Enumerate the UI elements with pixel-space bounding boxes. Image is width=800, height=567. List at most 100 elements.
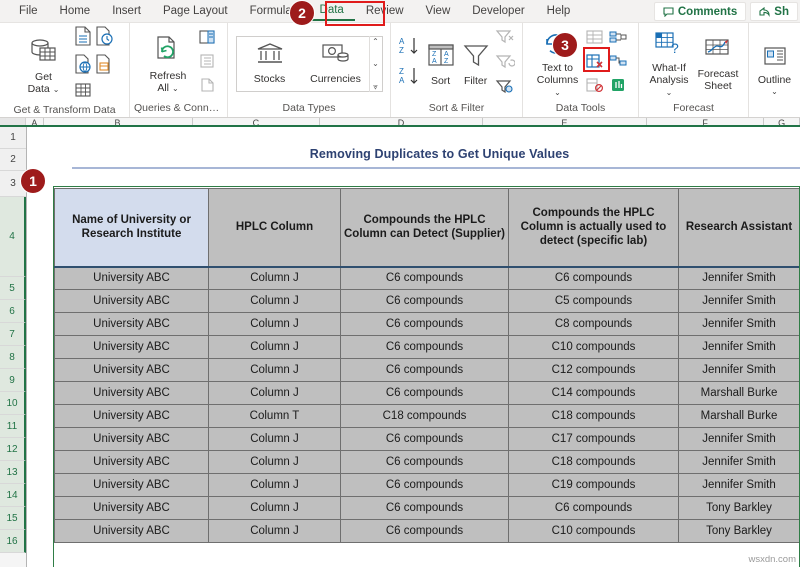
cell-hplc-column[interactable]: Column J: [208, 450, 341, 474]
from-web-icon[interactable]: [74, 54, 92, 79]
column-header-e[interactable]: E: [483, 118, 648, 125]
cell-lab[interactable]: C5 compounds: [508, 289, 679, 313]
row-header-13[interactable]: 13: [0, 461, 26, 484]
cell-supplier[interactable]: C6 compounds: [340, 312, 509, 336]
cell-lab[interactable]: C8 compounds: [508, 312, 679, 336]
column-header-f[interactable]: F: [647, 118, 765, 125]
tab-insert[interactable]: Insert: [101, 2, 152, 20]
cell-university[interactable]: University ABC: [54, 496, 209, 520]
cell-hplc-column[interactable]: Column J: [208, 266, 341, 290]
forecast-sheet-button[interactable]: Forecast Sheet: [695, 35, 741, 93]
row-header-14[interactable]: 14: [0, 484, 26, 507]
cell-supplier[interactable]: C6 compounds: [340, 496, 509, 520]
cell-assistant[interactable]: Marshall Burke: [678, 404, 800, 428]
consolidate-icon[interactable]: [608, 29, 628, 50]
select-all-corner[interactable]: [0, 118, 27, 125]
cell-hplc-column[interactable]: Column J: [208, 358, 341, 382]
cell-supplier[interactable]: C6 compounds: [340, 266, 509, 290]
worksheet-area[interactable]: A B C D E F G 1 2 3 4 5 6 7 8 9 10 11 12…: [0, 118, 800, 567]
table-row[interactable]: University ABC Column J C6 compounds C12…: [54, 358, 800, 382]
outline-button[interactable]: Outline ⌄: [756, 43, 793, 96]
currencies-button[interactable]: Currencies: [303, 42, 369, 85]
cell-supplier[interactable]: C18 compounds: [340, 404, 509, 428]
cell-hplc-column[interactable]: Column J: [208, 312, 341, 336]
cell-assistant[interactable]: Jennifer Smith: [678, 266, 800, 290]
column-header-c[interactable]: C: [193, 118, 321, 125]
table-row[interactable]: University ABC Column J C6 compounds C8 …: [54, 312, 800, 336]
cell-supplier[interactable]: C6 compounds: [340, 519, 509, 543]
table-row[interactable]: University ABC Column J C6 compounds C19…: [54, 473, 800, 497]
cell-university[interactable]: University ABC: [54, 450, 209, 474]
column-header-detect-supplier[interactable]: Compounds the HPLC Column can Detect (Su…: [340, 188, 509, 268]
cell-hplc-column[interactable]: Column T: [208, 404, 341, 428]
row-header-6[interactable]: 6: [0, 300, 26, 323]
from-text-csv-icon[interactable]: [74, 26, 92, 51]
tab-home[interactable]: Home: [49, 2, 102, 20]
edit-links-icon[interactable]: [198, 77, 216, 98]
cell-lab[interactable]: C19 compounds: [508, 473, 679, 497]
sort-button[interactable]: Z A A Z Sort: [425, 40, 456, 88]
what-if-analysis-button[interactable]: ? What-If Analysis ⌄: [646, 29, 692, 99]
advanced-filter-icon[interactable]: [495, 78, 515, 100]
cell-lab[interactable]: C10 compounds: [508, 335, 679, 359]
scroll-down-icon[interactable]: ⌄: [372, 59, 379, 68]
data-types-gallery-scroll[interactable]: ⌃ ⌄ ⩔: [368, 35, 382, 92]
get-data-button[interactable]: Get Data ⌄: [17, 34, 71, 96]
cell-university[interactable]: University ABC: [54, 519, 209, 543]
column-header-a[interactable]: A: [26, 118, 44, 125]
cell-lab[interactable]: C6 compounds: [508, 496, 679, 520]
cell-assistant[interactable]: Jennifer Smith: [678, 312, 800, 336]
properties-icon[interactable]: [198, 53, 216, 74]
tab-help[interactable]: Help: [536, 2, 582, 20]
cell-hplc-column[interactable]: Column J: [208, 473, 341, 497]
column-header-university[interactable]: Name of University or Research Institute: [54, 188, 209, 268]
recent-sources-icon[interactable]: [74, 82, 92, 103]
table-row[interactable]: University ABC Column J C6 compounds C10…: [54, 335, 800, 359]
cell-hplc-column[interactable]: Column J: [208, 519, 341, 543]
cell-supplier[interactable]: C6 compounds: [340, 450, 509, 474]
cell-lab[interactable]: C18 compounds: [508, 404, 679, 428]
cell-university[interactable]: University ABC: [54, 335, 209, 359]
table-row[interactable]: University ABC Column T C18 compounds C1…: [54, 404, 800, 428]
tab-file[interactable]: File: [8, 2, 49, 20]
cell-lab[interactable]: C6 compounds: [508, 266, 679, 290]
cell-hplc-column[interactable]: Column J: [208, 496, 341, 520]
cell-university[interactable]: University ABC: [54, 404, 209, 428]
sort-ascending-icon[interactable]: AZ: [398, 35, 422, 62]
from-table-range-icon[interactable]: [95, 54, 113, 79]
cell-supplier[interactable]: C6 compounds: [340, 335, 509, 359]
cell-supplier[interactable]: C6 compounds: [340, 473, 509, 497]
clear-filter-icon[interactable]: [495, 28, 515, 50]
cell-supplier[interactable]: C6 compounds: [340, 381, 509, 405]
tab-page-layout[interactable]: Page Layout: [152, 2, 239, 20]
relationships-icon[interactable]: [608, 53, 628, 74]
sort-descending-icon[interactable]: ZA: [398, 65, 422, 92]
table-row[interactable]: University ABC Column J C6 compounds C17…: [54, 427, 800, 451]
cell-university[interactable]: University ABC: [54, 427, 209, 451]
cell-assistant[interactable]: Marshall Burke: [678, 381, 800, 405]
table-row[interactable]: University ABC Column J C6 compounds C6 …: [54, 266, 800, 290]
refresh-all-button[interactable]: Refresh All ⌄: [141, 33, 195, 95]
comments-button[interactable]: Comments: [653, 2, 747, 21]
row-header-5[interactable]: 5: [0, 277, 26, 300]
cell-lab[interactable]: C10 compounds: [508, 519, 679, 543]
row-header-16[interactable]: 16: [0, 530, 26, 553]
tab-developer[interactable]: Developer: [461, 2, 535, 20]
from-web-history-icon[interactable]: [95, 26, 113, 51]
tab-view[interactable]: View: [415, 2, 462, 20]
scroll-up-icon[interactable]: ⌃: [372, 37, 379, 46]
column-header-research-assistant[interactable]: Research Assistant: [678, 188, 800, 268]
cell-assistant[interactable]: Jennifer Smith: [678, 450, 800, 474]
column-header-g[interactable]: G: [764, 118, 800, 125]
table-row[interactable]: University ABC Column J C6 compounds C10…: [54, 519, 800, 543]
data-validation-icon[interactable]: [585, 77, 605, 98]
row-header-7[interactable]: 7: [0, 323, 26, 346]
table-row[interactable]: University ABC Column J C6 compounds C6 …: [54, 496, 800, 520]
cell-assistant[interactable]: Tony Barkley: [678, 519, 800, 543]
cell-university[interactable]: University ABC: [54, 358, 209, 382]
cell-assistant[interactable]: Jennifer Smith: [678, 335, 800, 359]
filter-button[interactable]: Filter: [459, 40, 492, 88]
column-header-hplc-column[interactable]: HPLC Column: [208, 188, 341, 268]
row-header-8[interactable]: 8: [0, 346, 26, 369]
cell-assistant[interactable]: Jennifer Smith: [678, 358, 800, 382]
